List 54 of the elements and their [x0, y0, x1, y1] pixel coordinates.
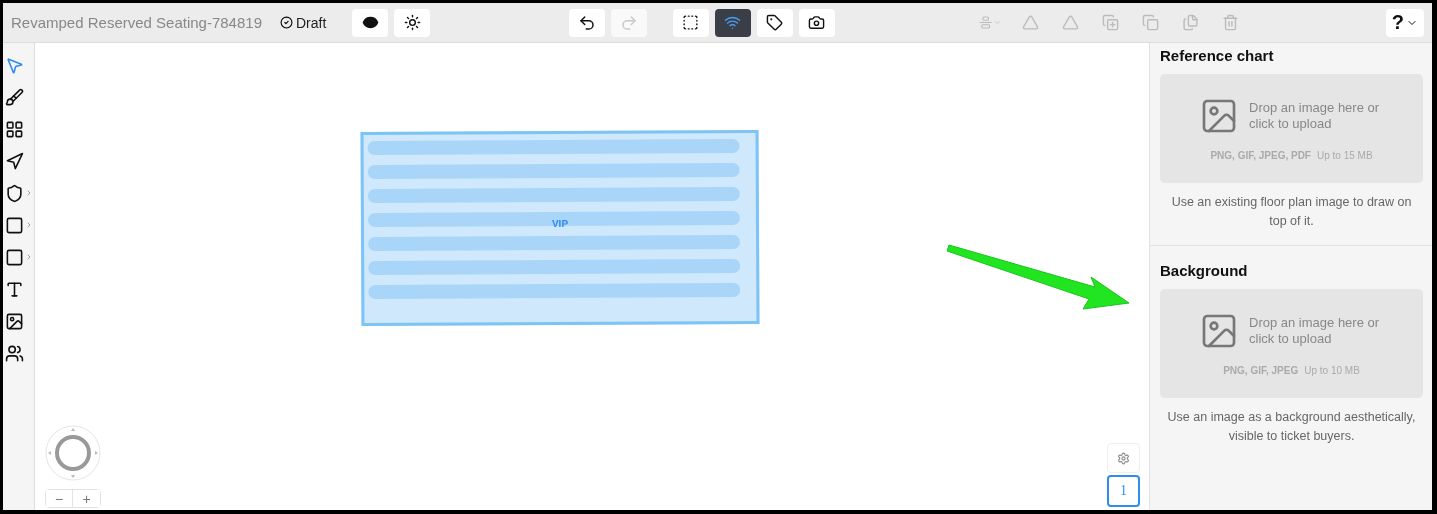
eye-button[interactable]: [352, 8, 389, 37]
check-circle-icon: [280, 16, 293, 29]
files-icon: [1181, 14, 1199, 31]
navigation-icon: [5, 151, 24, 171]
users-icon: [5, 343, 24, 363]
triangle-icon: [1061, 14, 1079, 31]
copy-plus-icon: [1101, 14, 1119, 31]
panel-title: Background: [1160, 262, 1249, 279]
undo-button[interactable]: [568, 8, 605, 37]
drop-text: Drop an image here or click to upload: [1249, 100, 1381, 132]
panel-description: Use an existing floor plan image to draw on top of it.: [1170, 194, 1413, 230]
brush-icon: [5, 87, 24, 107]
text-icon: [5, 279, 24, 299]
square-icon: [5, 247, 24, 267]
file-formats: PNG, GIF, JPEG: [1223, 365, 1299, 376]
seating-section[interactable]: VIP: [360, 129, 760, 327]
zoom-out-button[interactable]: −: [46, 490, 73, 507]
camera-icon: [808, 14, 826, 31]
file-formats: PNG, GIF, JPEG, PDF: [1210, 150, 1311, 161]
tag-icon: [766, 14, 784, 31]
square-icon: [5, 215, 24, 235]
undo-icon: [577, 13, 596, 32]
sun-icon: [403, 14, 421, 31]
settings-button[interactable]: [1107, 443, 1140, 473]
image-icon: [5, 311, 24, 331]
pointer-icon: [5, 55, 24, 75]
settings-icon: [1117, 451, 1130, 465]
draft-status: Draft: [296, 14, 327, 31]
panel-description: Use an image as a background aesthetically, visible to ticket buyers.: [1166, 409, 1417, 445]
selection-icon: [682, 14, 700, 31]
image-drop-zone[interactable]: Drop an image here or click to upload PNG, GIF, JPEG, PDF Up to 15 MB: [1160, 74, 1423, 183]
pan-control-icon[interactable]: [45, 425, 101, 481]
sun-button[interactable]: [394, 8, 431, 37]
chart-title: Revamped Reserved Seating-784819: [11, 14, 262, 31]
select-mode-button[interactable]: [672, 8, 709, 37]
grid-icon: [5, 119, 24, 139]
trash-icon: [1221, 14, 1239, 31]
tag-mode-button[interactable]: [756, 8, 793, 37]
camera-mode-button[interactable]: [798, 8, 835, 37]
chevron-icon: [25, 189, 33, 197]
chevron-icon: [25, 221, 33, 229]
help-button[interactable]: ?: [1385, 8, 1424, 37]
section-mode-button[interactable]: [714, 8, 751, 37]
page-button[interactable]: 1: [1107, 475, 1140, 507]
align-icon: [979, 14, 993, 31]
copy-icon: [1141, 14, 1159, 31]
triangle-icon: [1021, 14, 1039, 31]
size-limit: Up to 15 MB: [1317, 150, 1373, 161]
chevron-icon: [25, 253, 33, 261]
redo-icon: [619, 13, 638, 32]
drop-text: Drop an image here or click to upload: [1249, 315, 1381, 347]
shield-icon: [5, 183, 24, 203]
panel-title: Reference chart: [1160, 47, 1275, 64]
section-label: VIP: [551, 217, 569, 230]
